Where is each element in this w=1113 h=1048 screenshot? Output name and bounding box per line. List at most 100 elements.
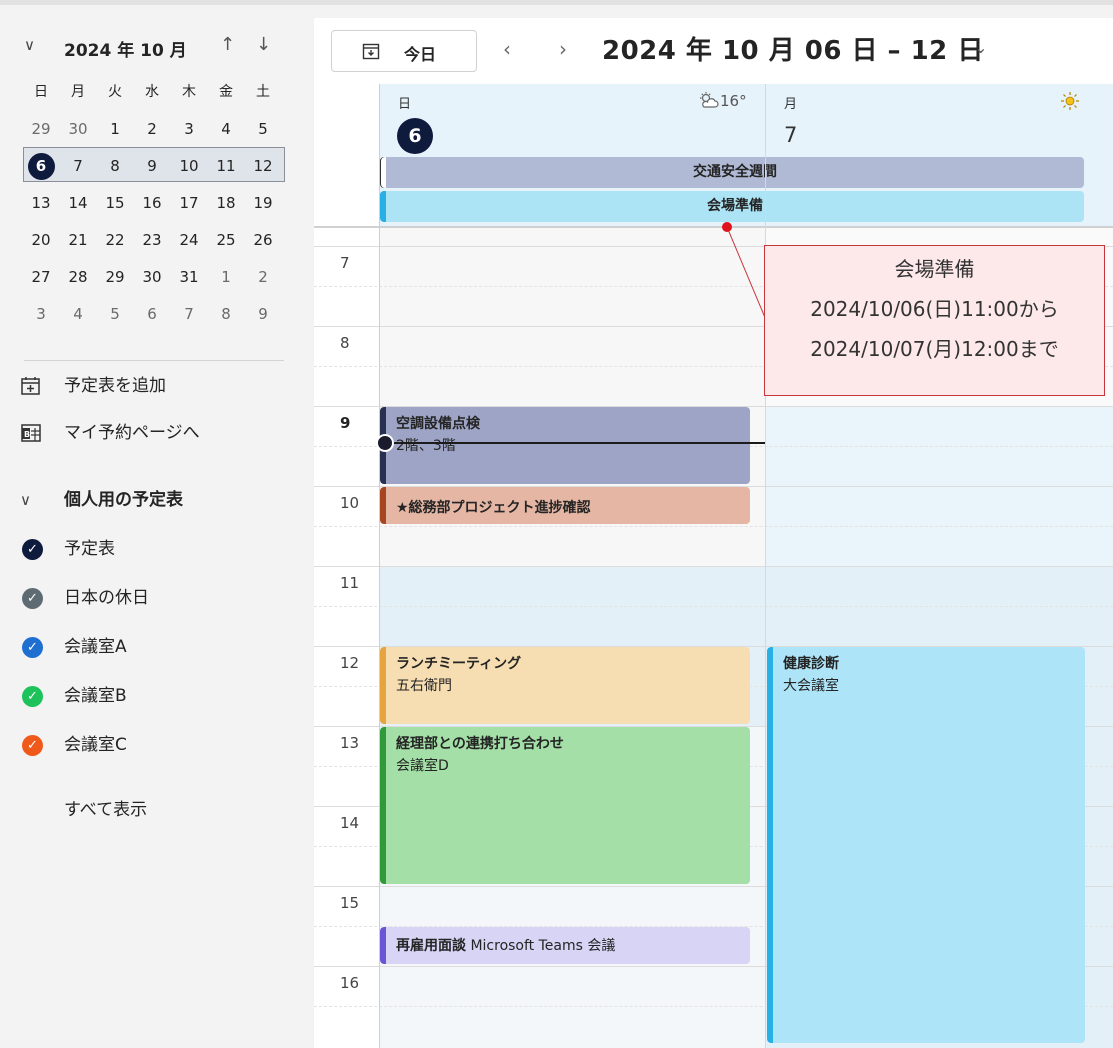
event-color-bar bbox=[380, 647, 386, 724]
event-subtitle: 大会議室 bbox=[783, 678, 839, 694]
event-aircon-inspection[interactable]: 空調設備点検 2階、3階 bbox=[380, 407, 750, 484]
hour-label: 8 bbox=[340, 334, 350, 352]
allday-event-venue-prep[interactable]: 会場準備 bbox=[380, 191, 1084, 222]
mini-calendar-day[interactable]: 25 bbox=[208, 222, 244, 259]
today-button[interactable]: 今日 bbox=[331, 30, 477, 72]
allday-event-traffic-safety[interactable]: 交通安全週間 bbox=[381, 157, 1084, 188]
mini-calendar-day[interactable]: 5 bbox=[245, 111, 281, 148]
mini-calendar-header: ∨ 2024 年 10 月 ↑ ↓ bbox=[24, 34, 286, 61]
mini-calendar-day[interactable]: 9 bbox=[134, 148, 170, 185]
mini-calendar-day[interactable]: 2 bbox=[245, 259, 281, 296]
previous-week-icon[interactable]: ‹ bbox=[503, 37, 511, 61]
mini-calendar-day[interactable]: 8 bbox=[97, 148, 133, 185]
mini-calendar-title[interactable]: 2024 年 10 月 bbox=[64, 36, 187, 61]
mini-calendar-day[interactable]: 10 bbox=[171, 148, 207, 185]
mini-calendar-day[interactable]: 16 bbox=[134, 185, 170, 222]
mini-calendar-day[interactable]: 5 bbox=[97, 296, 133, 333]
mini-calendar-day[interactable]: 14 bbox=[60, 185, 96, 222]
event-title: 経理部との連携打ち合わせ bbox=[396, 736, 564, 752]
event-subtitle: 2階、3階 bbox=[396, 438, 456, 454]
mini-calendar-day[interactable]: 26 bbox=[245, 222, 281, 259]
mini-calendar-day[interactable]: 12 bbox=[245, 148, 281, 185]
weekday-header-row: 日 月 火 水 木 金 土 bbox=[23, 74, 285, 111]
mini-calendar-day[interactable]: 23 bbox=[134, 222, 170, 259]
today-date-badge[interactable]: 6 bbox=[397, 118, 433, 154]
mini-calendar-week: 13 14 15 16 17 18 19 bbox=[23, 185, 285, 222]
weekday-label: 土 bbox=[256, 84, 270, 100]
mini-calendar-day[interactable]: 21 bbox=[60, 222, 96, 259]
event-title: 再雇用面談 bbox=[396, 938, 466, 954]
day-date-number[interactable]: 7 bbox=[784, 123, 797, 147]
hour-label: 13 bbox=[340, 734, 360, 752]
event-lunch-meeting[interactable]: ランチミーティング 五右衛門 bbox=[380, 647, 750, 724]
event-color-bar bbox=[380, 727, 386, 884]
mini-calendar-day[interactable]: 11 bbox=[208, 148, 244, 185]
mini-calendar-day[interactable]: 17 bbox=[171, 185, 207, 222]
mini-calendar-day[interactable]: 7 bbox=[60, 148, 96, 185]
mini-calendar-day[interactable]: 15 bbox=[97, 185, 133, 222]
mini-calendar-day[interactable]: 24 bbox=[171, 222, 207, 259]
collapse-chevron-icon[interactable]: ∨ bbox=[24, 36, 35, 54]
mini-calendar-day[interactable]: 18 bbox=[208, 185, 244, 222]
svg-text:B: B bbox=[24, 430, 30, 439]
callout-end: 2024/10/07(月)12:00まで bbox=[810, 337, 1059, 361]
mini-calendar-week: 29 30 1 2 3 4 5 bbox=[23, 111, 285, 148]
mini-calendar-day[interactable]: 7 bbox=[171, 296, 207, 333]
mini-calendar-day[interactable]: 31 bbox=[171, 259, 207, 296]
add-calendar-label: 予定表を追加 bbox=[64, 376, 166, 396]
mini-calendar-day[interactable]: 13 bbox=[23, 185, 59, 222]
mini-calendar-day[interactable]: 20 bbox=[23, 222, 59, 259]
event-title: ランチミーティング bbox=[396, 656, 522, 672]
weekday-label: 日 bbox=[34, 84, 48, 100]
event-subtitle: Microsoft Teams 会議 bbox=[470, 938, 616, 954]
current-time-dot bbox=[376, 434, 394, 452]
mini-calendar-day[interactable]: 29 bbox=[97, 259, 133, 296]
previous-month-arrow-icon[interactable]: ↑ bbox=[220, 34, 235, 55]
mini-calendar-day[interactable]: 1 bbox=[97, 111, 133, 148]
event-project-progress[interactable]: ★総務部プロジェクト進捗確認 bbox=[380, 487, 750, 524]
mini-calendar-day[interactable]: 8 bbox=[208, 296, 244, 333]
event-rehire-interview[interactable]: 再雇用面談 Microsoft Teams 会議 bbox=[380, 927, 750, 964]
checkmark-icon[interactable]: ✓ bbox=[22, 588, 43, 609]
day-of-week-label: 月 bbox=[784, 97, 798, 112]
event-health-check[interactable]: 健康診断 大会議室 bbox=[767, 647, 1085, 1043]
today-button-label: 今日 bbox=[404, 45, 437, 64]
mini-calendar-day[interactable]: 6 bbox=[134, 296, 170, 333]
checkmark-icon[interactable]: ✓ bbox=[22, 735, 43, 756]
event-accounting-meeting[interactable]: 経理部との連携打ち合わせ 会議室D bbox=[380, 727, 750, 884]
collapse-chevron-icon: ∨ bbox=[20, 491, 31, 509]
mini-calendar-today[interactable]: 6 bbox=[23, 148, 59, 185]
mini-calendar-day[interactable]: 4 bbox=[60, 296, 96, 333]
calendar-item-label: 会議室A bbox=[64, 637, 127, 657]
callout-pin bbox=[722, 222, 732, 232]
hour-label: 14 bbox=[340, 814, 360, 832]
mini-calendar-day[interactable]: 9 bbox=[245, 296, 281, 333]
mini-calendar-day[interactable]: 27 bbox=[23, 259, 59, 296]
mini-calendar-week-selected: 6 7 8 9 10 11 12 bbox=[23, 148, 285, 185]
next-month-arrow-icon[interactable]: ↓ bbox=[256, 34, 271, 55]
weekday-label: 月 bbox=[71, 84, 85, 100]
mini-calendar-day[interactable]: 29 bbox=[23, 111, 59, 148]
mini-calendar-day[interactable]: 3 bbox=[23, 296, 59, 333]
event-subtitle: 会議室D bbox=[396, 758, 449, 774]
mini-calendar-day[interactable]: 19 bbox=[245, 185, 281, 222]
hour-row[interactable] bbox=[314, 566, 1113, 646]
mini-calendar-day[interactable]: 30 bbox=[60, 111, 96, 148]
mini-calendar-day[interactable]: 4 bbox=[208, 111, 244, 148]
mini-calendar-day[interactable]: 30 bbox=[134, 259, 170, 296]
next-week-icon[interactable]: › bbox=[559, 37, 567, 61]
show-all-label: すべて表示 bbox=[64, 800, 148, 820]
mini-calendar-day[interactable]: 28 bbox=[60, 259, 96, 296]
group-title: 個人用の予定表 bbox=[64, 490, 183, 510]
mini-calendar-day[interactable]: 3 bbox=[171, 111, 207, 148]
top-border bbox=[0, 0, 1113, 5]
mini-calendar-day[interactable]: 22 bbox=[97, 222, 133, 259]
date-range-title[interactable]: 2024 年 10 月 06 日 – 12 日 bbox=[602, 30, 984, 67]
hour-label: 11 bbox=[340, 574, 360, 592]
checkmark-icon[interactable]: ✓ bbox=[22, 637, 43, 658]
mini-calendar-day[interactable]: 2 bbox=[134, 111, 170, 148]
chevron-down-icon[interactable]: ⌄ bbox=[974, 38, 987, 57]
checkmark-icon[interactable]: ✓ bbox=[22, 686, 43, 707]
mini-calendar-day[interactable]: 1 bbox=[208, 259, 244, 296]
checkmark-icon[interactable]: ✓ bbox=[22, 539, 43, 560]
